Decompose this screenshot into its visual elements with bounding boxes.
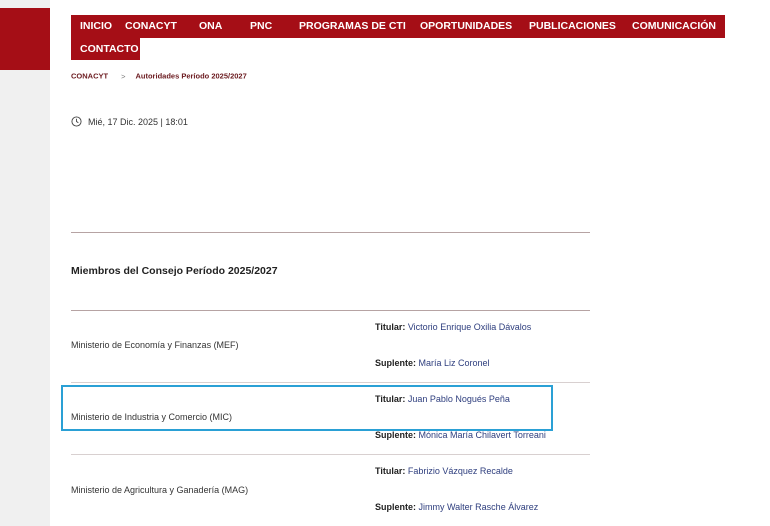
titular-label: Titular (375, 322, 403, 332)
nav-inicio[interactable]: INICIO (80, 15, 112, 38)
left-sidebar-bg (0, 0, 50, 526)
divider (71, 310, 590, 311)
ministry-name: Ministerio de Agricultura y Ganadería (M… (71, 485, 249, 495)
main-nav: INICIO CONACYT ONA PNC PROGRAMAS DE CTI … (71, 15, 725, 38)
nav-ona[interactable]: ONA (199, 15, 222, 38)
titular-name: Fabrizio Vázquez Recalde (407, 466, 513, 476)
suplente-name: Jimmy Walter Rasche Álvarez (418, 502, 539, 512)
titular-label: Titular (375, 466, 403, 476)
breadcrumb-separator: > (121, 71, 126, 81)
highlight-box (61, 385, 553, 431)
clock-icon (71, 116, 82, 127)
divider (71, 454, 590, 455)
publish-date: Mié, 17 Dic. 2025 | 18:01 (71, 116, 188, 127)
nav-contact-tab: CONTACTO (71, 38, 140, 60)
suplente-label: Suplente (375, 430, 414, 440)
nav-contacto[interactable]: CONTACTO (80, 38, 139, 60)
ministry-name: Ministerio de Economía y Finanzas (MEF) (71, 340, 239, 350)
section-title: Miembros del Consejo Período 2025/2027 (71, 265, 278, 277)
breadcrumb-current[interactable]: Autoridades Período 2025/2027 (135, 72, 246, 81)
member-titular: Titular: Victorio Enrique Oxilia Dávalos (375, 322, 532, 332)
titular-name: Victorio Enrique Oxilia Dávalos (407, 322, 532, 332)
nav-conacyt[interactable]: CONACYT (125, 15, 177, 38)
member-suplente: Suplente: María Liz Coronel (375, 358, 490, 368)
member-suplente: Suplente: Jimmy Walter Rasche Álvarez (375, 502, 539, 512)
left-brand-block (0, 8, 50, 70)
nav-comunicacion[interactable]: COMUNICACIÓN (632, 15, 716, 38)
suplente-name: María Liz Coronel (418, 358, 490, 368)
breadcrumb-home[interactable]: CONACYT (71, 72, 108, 81)
member-suplente: Suplente: Mónica María Chilavert Torrean… (375, 430, 546, 440)
divider (71, 232, 590, 233)
suplente-label: Suplente (375, 502, 414, 512)
nav-oportunidades[interactable]: OPORTUNIDADES (420, 15, 512, 38)
breadcrumb: CONACYT > Autoridades Período 2025/2027 (71, 71, 247, 81)
nav-pnc[interactable]: PNC (250, 15, 272, 38)
divider (71, 382, 590, 383)
suplente-name: Mónica María Chilavert Torreani (418, 430, 546, 440)
suplente-label: Suplente (375, 358, 414, 368)
nav-publicaciones[interactable]: PUBLICACIONES (529, 15, 616, 38)
member-titular: Titular: Fabrizio Vázquez Recalde (375, 466, 513, 476)
nav-programas-cti[interactable]: PROGRAMAS DE CTI (299, 15, 406, 38)
date-text: Mié, 17 Dic. 2025 | 18:01 (88, 116, 188, 127)
